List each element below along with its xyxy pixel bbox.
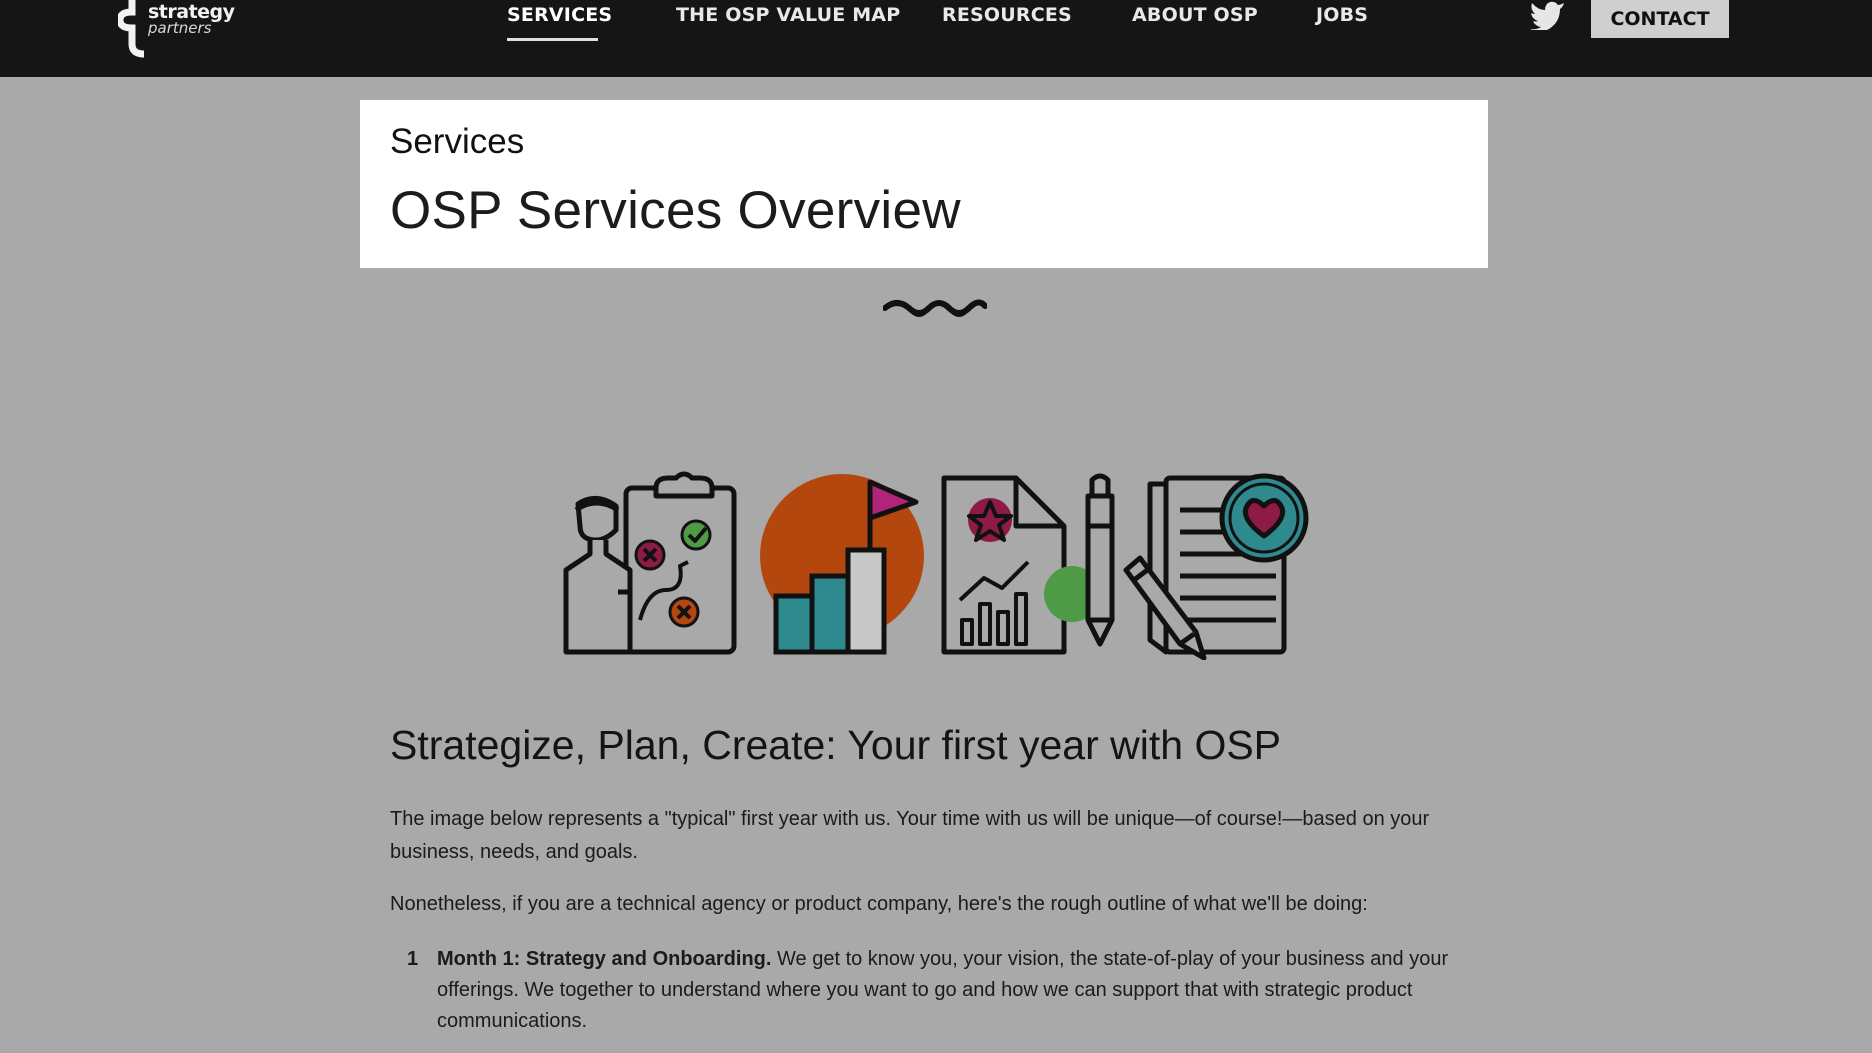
list-item-title: Month 1: Strategy and Onboarding. — [437, 948, 772, 970]
section-eyebrow: Services — [390, 122, 525, 161]
contact-button[interactable]: CONTACT — [1591, 0, 1729, 38]
active-nav-underline — [507, 38, 598, 41]
intro-paragraph: The image below represents a "typical" f… — [390, 808, 1430, 863]
page-title: OSP Services Overview — [390, 181, 961, 240]
report-pen-icon — [941, 473, 1115, 655]
document-heart-icon — [1123, 473, 1309, 660]
twitter-icon[interactable] — [1530, 0, 1566, 30]
outline-paragraph: Nonetheless, if you are a technical agen… — [390, 893, 1368, 915]
nav-services[interactable]: SERVICES — [507, 4, 612, 26]
nav-jobs[interactable]: JOBS — [1316, 4, 1368, 26]
squiggle-divider-icon — [883, 299, 987, 317]
growth-flag-chart-icon — [760, 474, 924, 655]
strategy-clipboard-icon — [563, 471, 737, 655]
top-navigation-bar: strategy partners SERVICES THE OSP VALUE… — [0, 0, 1872, 77]
list-item-number: 1 — [407, 948, 419, 970]
nav-resources[interactable]: RESOURCES — [942, 4, 1072, 26]
nav-about-osp[interactable]: ABOUT OSP — [1132, 4, 1258, 26]
list-item-body: Month 1: Strategy and Onboarding. We get… — [437, 944, 1467, 1037]
services-illustration — [563, 471, 1309, 660]
nav-osp-value-map[interactable]: THE OSP VALUE MAP — [676, 4, 900, 26]
page-header-card: Services OSP Services Overview — [360, 100, 1488, 268]
section-heading: Strategize, Plan, Create: Your first yea… — [390, 722, 1282, 768]
